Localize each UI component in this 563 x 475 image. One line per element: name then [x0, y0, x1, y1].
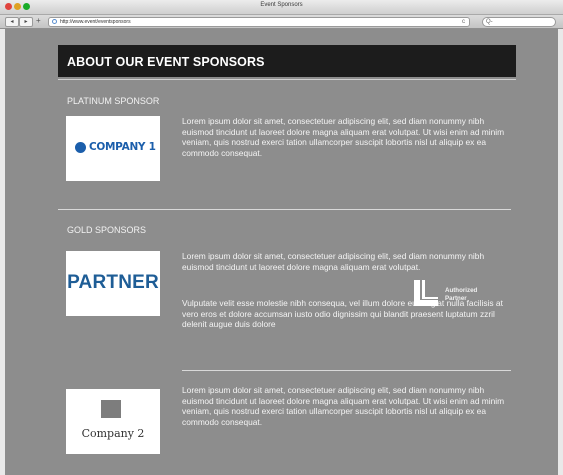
- forward-button[interactable]: ▸: [19, 17, 33, 27]
- window-title: Event Sponsors: [260, 2, 303, 8]
- search-icon: Q-: [486, 19, 493, 25]
- partner-logo[interactable]: PARTNER: [66, 251, 160, 316]
- partner-logo-text: PARTNER: [67, 272, 159, 293]
- section-divider: [58, 209, 511, 210]
- back-button[interactable]: ◂: [5, 17, 19, 27]
- sponsor-divider: [182, 370, 511, 371]
- authorized-partner-icon: [414, 280, 438, 306]
- authorized-partner-badge: Authorized Partner: [410, 278, 510, 308]
- platinum-description: Lorem ipsum dolor sit amet, consectetuer…: [182, 116, 505, 158]
- company2-logo[interactable]: Company 2: [66, 389, 160, 454]
- page-title: ABOUT OUR EVENT SPONSORS: [67, 55, 265, 69]
- company2-square-icon: [101, 400, 121, 418]
- url-text[interactable]: http://www.event/eventsponsors: [60, 18, 131, 26]
- site-icon: [52, 19, 57, 24]
- partner-description: Lorem ipsum dolor sit amet, consectetuer…: [182, 251, 485, 272]
- search-field[interactable]: Q-: [482, 17, 556, 27]
- address-bar[interactable]: http://www.event/eventsponsors c: [48, 17, 470, 27]
- window-titlebar: Event Sponsors: [0, 0, 563, 15]
- company1-logo[interactable]: COMPANY 1: [66, 116, 160, 181]
- company1-circle-icon: [75, 141, 86, 153]
- browser-toolbar: ◂ ▸ + http://www.event/eventsponsors c Q…: [0, 15, 563, 29]
- page-content: ABOUT OUR EVENT SPONSORS PLATINUM SPONSO…: [5, 29, 558, 475]
- company1-logo-text: COMPANY 1: [89, 141, 156, 153]
- reload-icon[interactable]: c: [462, 18, 465, 26]
- badge-line-1: Authorized: [445, 287, 478, 294]
- badge-line-2: Partner: [445, 295, 467, 302]
- gold-heading: GOLD SPONSORS: [67, 225, 147, 235]
- company2-description: Lorem ipsum dolor sit amet, consectetuer…: [182, 385, 505, 427]
- company2-logo-text: Company 2: [81, 427, 145, 440]
- platinum-heading: PLATINUM SPONSOR: [67, 96, 160, 106]
- header-divider: [58, 79, 516, 80]
- add-bookmark-button[interactable]: +: [36, 16, 41, 26]
- page-header: ABOUT OUR EVENT SPONSORS: [58, 45, 516, 77]
